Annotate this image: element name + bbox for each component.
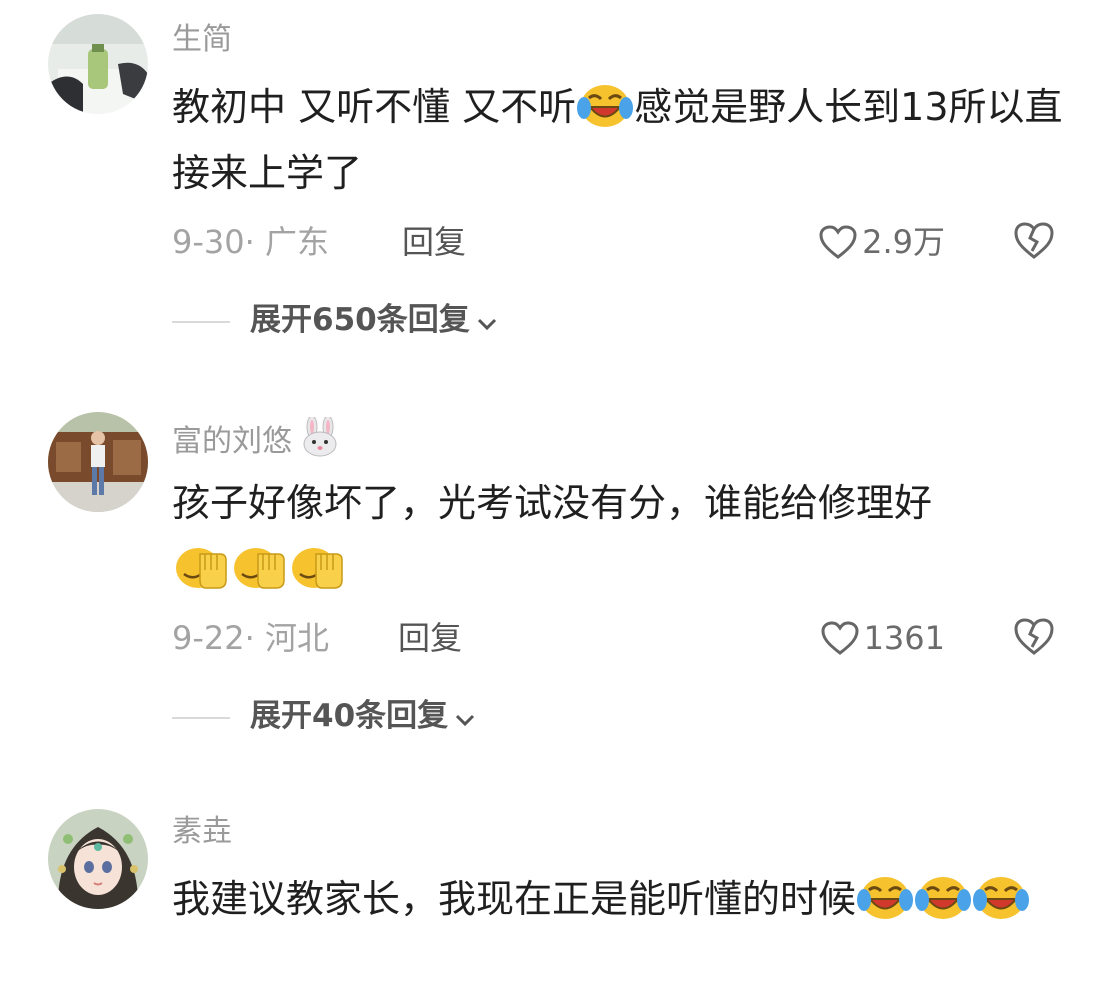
- expand-replies-label: 展开650条回复: [250, 302, 470, 338]
- username[interactable]: 生简: [172, 20, 232, 60]
- like-button[interactable]: 2.9万: [818, 220, 945, 264]
- face-palm-icon: [288, 544, 346, 590]
- broken-heart-icon: [1014, 222, 1054, 259]
- like-count: 1361: [863, 619, 945, 657]
- laughing-crying-face-icon: [914, 874, 972, 920]
- dislike-button[interactable]: [1012, 220, 1058, 264]
- rabbit-face-icon: [298, 415, 342, 468]
- username[interactable]: 素垚: [172, 812, 232, 852]
- comment-text-part: 教初中 又听不懂 又不听: [172, 85, 577, 129]
- heart-icon: [821, 621, 859, 655]
- expand-replies-label: 展开40条回复: [250, 698, 449, 734]
- avatar[interactable]: [48, 412, 148, 512]
- comment-location: 河北: [264, 619, 329, 657]
- username[interactable]: 富的刘悠: [172, 415, 342, 459]
- divider-line: [172, 716, 230, 719]
- comment-meta: 9-30· 广东: [172, 220, 329, 264]
- comment-meta: 9-22· 河北: [172, 616, 329, 660]
- comment-location: 广东: [264, 223, 329, 261]
- heart-icon: [819, 225, 857, 259]
- username-text: 富的刘悠: [172, 424, 292, 459]
- expand-replies-button[interactable]: 展开40条回复: [172, 694, 476, 738]
- comment-text-part: 我建议教家长，我现在正是能听懂的时候: [172, 877, 857, 921]
- dislike-button[interactable]: [1012, 616, 1058, 660]
- laughing-crying-face-icon: [576, 82, 634, 128]
- broken-heart-icon: [1014, 618, 1054, 655]
- comment-text: 我建议教家长，我现在正是能听懂的时候: [172, 866, 1072, 932]
- comment-date: 9-22: [172, 619, 245, 657]
- divider-line: [172, 320, 230, 323]
- comment-date: 9-30: [172, 223, 245, 261]
- chevron-down-icon: [477, 318, 496, 331]
- separator-dot: ·: [244, 223, 265, 261]
- like-count: 2.9万: [862, 223, 945, 261]
- like-button[interactable]: 1361: [820, 616, 945, 660]
- comment-text: 孩子好像坏了，光考试没有分，谁能给修理好: [172, 470, 1072, 602]
- comment-text-part: 孩子好像坏了，光考试没有分，谁能给修理好: [172, 481, 933, 525]
- avatar[interactable]: [48, 809, 148, 909]
- laughing-crying-face-icon: [972, 874, 1030, 920]
- face-palm-icon: [230, 544, 288, 590]
- reply-button[interactable]: 回复: [402, 220, 466, 264]
- face-palm-icon: [172, 544, 230, 590]
- separator-dot: ·: [244, 619, 265, 657]
- expand-replies-button[interactable]: 展开650条回复: [172, 298, 498, 342]
- laughing-crying-face-icon: [856, 874, 914, 920]
- chevron-down-icon: [456, 714, 475, 727]
- avatar[interactable]: [48, 14, 148, 114]
- reply-button[interactable]: 回复: [398, 616, 462, 660]
- comment-text: 教初中 又听不懂 又不听 感觉是野人长到13所以直接来上学了: [172, 74, 1072, 206]
